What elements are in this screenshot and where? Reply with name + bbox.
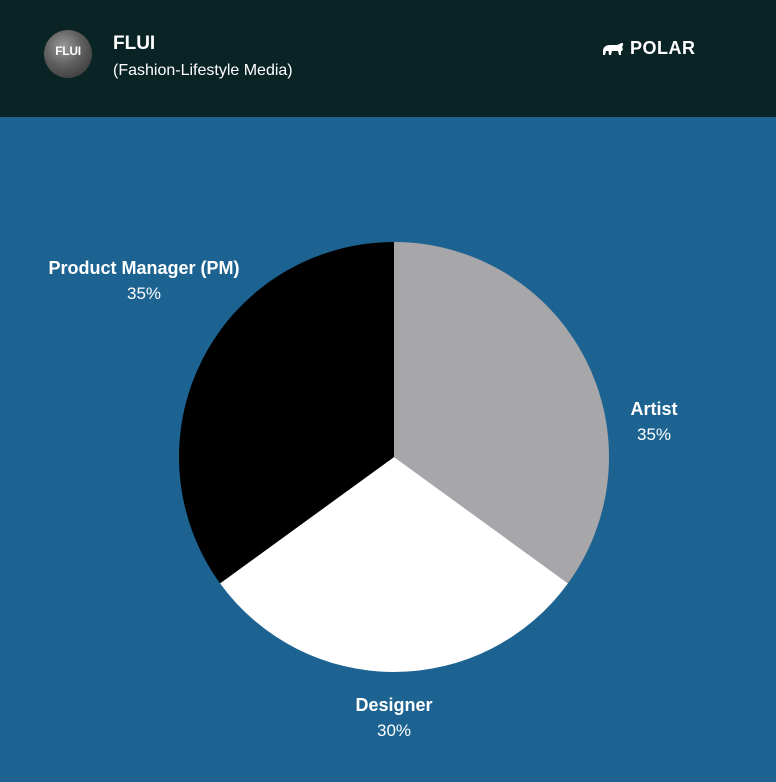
avatar-logo-text: FLUI (55, 44, 81, 58)
slice-label-designer: Designer (355, 695, 432, 715)
slice-value-artist: 35% (637, 425, 671, 444)
polar-brand-text: POLAR (630, 38, 696, 58)
slice-value-designer: 30% (377, 721, 411, 740)
polar-logo: POLAR (602, 38, 696, 59)
account-subtitle: (Fashion-Lifestyle Media) (113, 62, 293, 79)
slice-label-artist: Artist (630, 399, 677, 419)
slice-label-product-manager: Product Manager (PM) (48, 258, 239, 278)
account-title: FLUI (113, 33, 156, 54)
slice-value-product-manager: 35% (127, 284, 161, 303)
bear-icon (603, 42, 624, 55)
pie-chart: Artist 35% Designer 30% Product Manager … (48, 242, 678, 740)
header-bar: FLUI FLUI (Fashion-Lifestyle Media) POLA… (0, 0, 776, 117)
avatar[interactable]: FLUI (44, 30, 92, 78)
